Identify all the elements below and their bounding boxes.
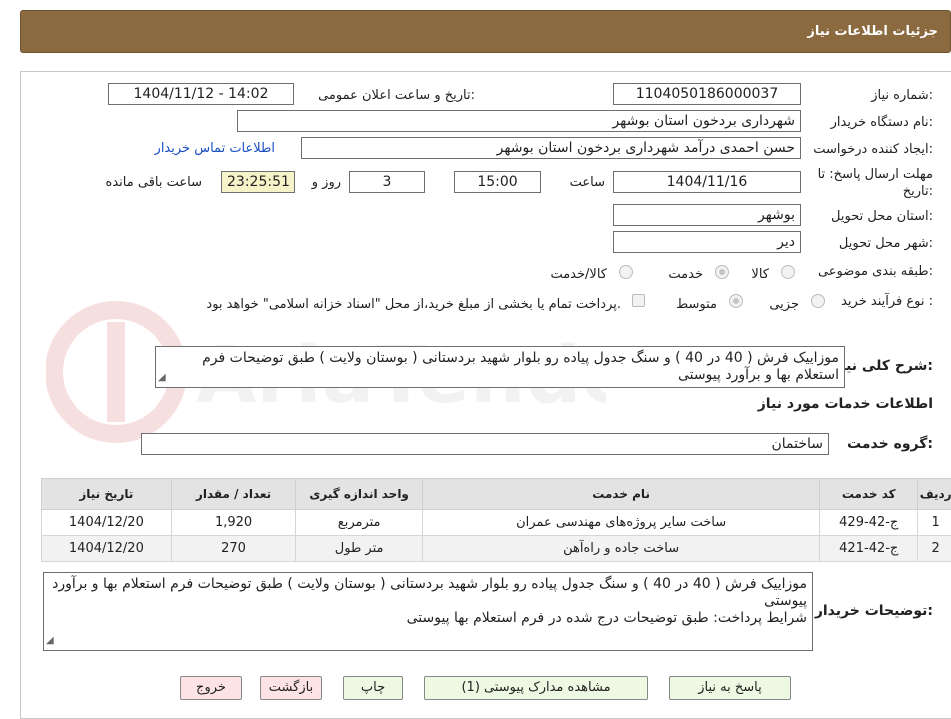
buyer-notes-textarea[interactable]: موزاییک فرش ( 40 در 40 ) و سنگ جدول پیاد… — [43, 572, 813, 651]
category-radio-goods[interactable] — [781, 265, 795, 279]
cell-service-code: ج-42-421 — [819, 535, 919, 562]
service-group-label: گروه خدمت: — [847, 436, 933, 452]
category-radio-service[interactable] — [715, 265, 729, 279]
process-option-medium: متوسط — [676, 297, 717, 312]
col-row-number: ردیف — [917, 478, 951, 510]
creator-field: حسن احمدی درآمد شهرداری بردخون استان بوش… — [301, 137, 801, 159]
cell-unit: متر طول — [295, 535, 423, 562]
need-number-label: شماره نیاز: — [871, 88, 933, 103]
buyer-notes-line1: موزاییک فرش ( 40 در 40 ) و سنگ جدول پیاد… — [52, 576, 807, 609]
service-group-field: ساختمان — [141, 433, 829, 455]
buyer-notes-line2: شرایط پرداخت: طبق توضیحات درج شده در فرم… — [406, 610, 807, 626]
description-label: شرح کلی نیاز: — [832, 358, 933, 374]
cell-service-name: ساخت جاده و راه‌آهن — [421, 535, 821, 562]
cell-need-date: 1404/12/20 — [41, 535, 172, 562]
cell-service-name: ساخت سایر پروژه‌های مهندسی عمران — [421, 509, 821, 536]
category-option-goods-service: کالا/خدمت — [550, 267, 607, 282]
deadline-date-field: 1404/11/16 — [613, 171, 801, 193]
deadline-label: مهلت ارسال پاسخ: تا تاریخ: — [817, 167, 933, 199]
col-unit: واحد اندازه گیری — [295, 478, 423, 510]
cell-need-date: 1404/12/20 — [41, 509, 172, 536]
resize-handle-icon[interactable]: ◢ — [158, 369, 166, 386]
details-panel: AriaTender.neT شماره نیاز: 1104050186000… — [20, 71, 951, 719]
cell-row-number: 2 — [917, 535, 951, 562]
province-label: استان محل تحویل: — [831, 209, 933, 224]
page-header: جزئیات اطلاعات نیاز — [20, 10, 951, 53]
back-button[interactable]: بازگشت — [260, 676, 322, 700]
province-field: بوشهر — [613, 204, 801, 226]
col-quantity: تعداد / مقدار — [170, 478, 297, 510]
buyer-org-label: نام دستگاه خریدار: — [830, 115, 933, 130]
deadline-time-label: ساعت — [569, 175, 605, 190]
buyer-contact-link[interactable]: اطلاعات تماس خریدار — [155, 141, 275, 156]
services-table: ردیف کد خدمت نام خدمت واحد اندازه گیری ت… — [41, 478, 951, 562]
announce-datetime-field: 1404/11/12 - 14:02 — [108, 83, 294, 105]
table-header-row: ردیف کد خدمت نام خدمت واحد اندازه گیری ت… — [41, 478, 951, 510]
remaining-time-field: 23:25:51 — [221, 171, 295, 193]
city-field: دیر — [613, 231, 801, 253]
days-field: 3 — [349, 171, 425, 193]
cell-row-number: 1 — [917, 509, 951, 536]
resize-handle-icon[interactable]: ◢ — [46, 632, 54, 649]
category-option-goods: کالا — [751, 267, 769, 282]
col-service-name: نام خدمت — [421, 478, 821, 510]
cell-unit: مترمربع — [295, 509, 423, 536]
process-radio-medium[interactable] — [729, 294, 743, 308]
deadline-time-field: 15:00 — [454, 171, 541, 193]
reply-button[interactable]: پاسخ به نیاز — [669, 676, 791, 700]
print-button[interactable]: چاپ — [343, 676, 403, 700]
category-label: طبقه بندی موضوعی: — [817, 264, 933, 279]
process-radio-minor[interactable] — [811, 294, 825, 308]
process-option-minor: جزیی — [769, 297, 799, 312]
remaining-label: ساعت باقی مانده — [105, 175, 202, 190]
need-number-field: 1104050186000037 — [613, 83, 801, 105]
announce-label: تاریخ و ساعت اعلان عمومی: — [318, 88, 475, 103]
creator-label: ایجاد کننده درخواست: — [813, 142, 933, 157]
col-need-date: تاریخ نیاز — [41, 478, 172, 510]
treasury-checkbox[interactable] — [632, 294, 645, 307]
process-label: نوع فرآیند خرید : — [841, 294, 933, 309]
page-title: جزئیات اطلاعات نیاز — [807, 24, 938, 39]
cell-quantity: 270 — [170, 535, 297, 562]
attachments-button[interactable]: مشاهده مدارک پیوستی (1) — [424, 676, 648, 700]
exit-button[interactable]: خروج — [180, 676, 242, 700]
buyer-notes-label: توضیحات خریدار: — [814, 603, 933, 619]
table-row: 1 ج-42-429 ساخت سایر پروژه‌های مهندسی عم… — [41, 509, 951, 536]
city-label: شهر محل تحویل: — [838, 236, 933, 251]
description-text: موزاییک فرش ( 40 در 40 ) و سنگ جدول پیاد… — [202, 350, 839, 383]
cell-service-code: ج-42-429 — [819, 509, 919, 536]
services-section-title: اطلاعات خدمات مورد نیاز — [757, 396, 933, 412]
cell-quantity: 1,920 — [170, 509, 297, 536]
category-option-service: خدمت — [668, 267, 703, 282]
buyer-org-field: شهرداری بردخون استان بوشهر — [237, 110, 801, 132]
table-row: 2 ج-42-421 ساخت جاده و راه‌آهن متر طول 2… — [41, 535, 951, 562]
category-radio-goods-service[interactable] — [619, 265, 633, 279]
days-label: روز و — [311, 175, 341, 190]
treasury-note: پرداخت تمام یا بخشی از مبلغ خرید،از محل … — [206, 297, 621, 312]
description-textarea[interactable]: موزاییک فرش ( 40 در 40 ) و سنگ جدول پیاد… — [155, 346, 845, 388]
col-service-code: کد خدمت — [819, 478, 919, 510]
